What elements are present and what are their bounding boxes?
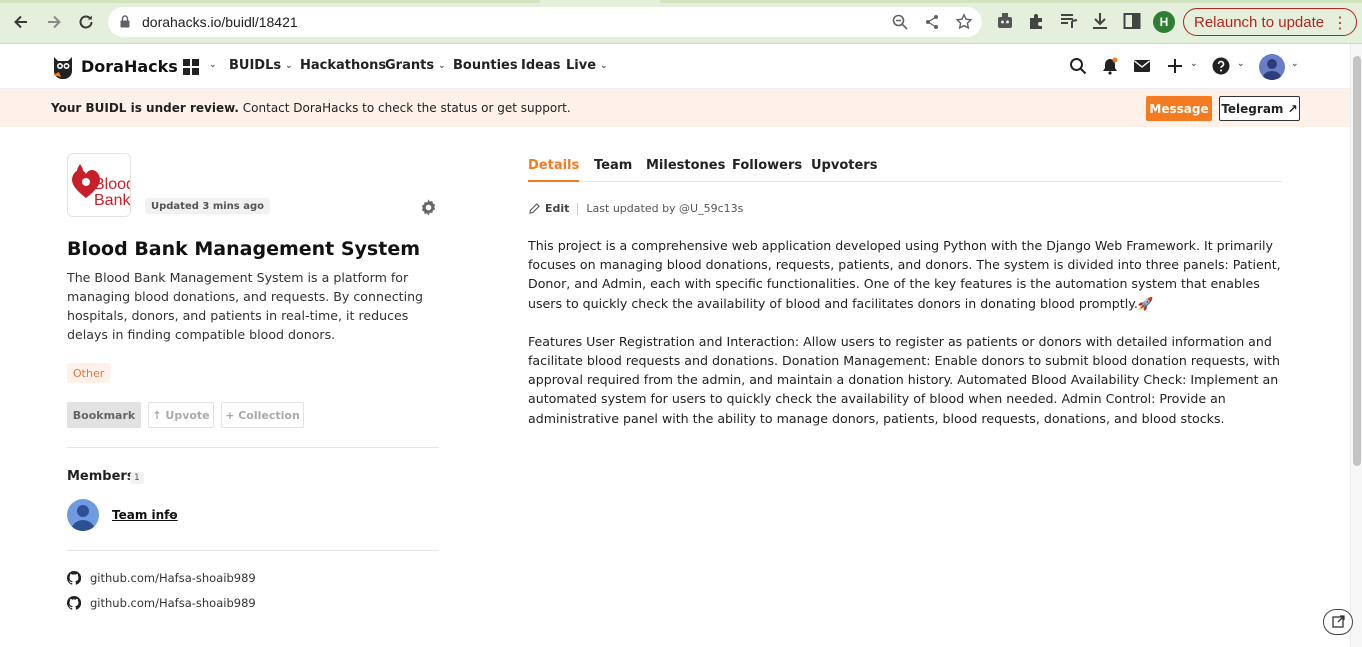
relaunch-label: Relaunch to update bbox=[1194, 13, 1325, 31]
project-logo: Blood Bank bbox=[67, 153, 131, 217]
chevron-down-icon: ⌄ bbox=[285, 60, 293, 71]
tab-milestones[interactable]: Milestones bbox=[646, 158, 725, 182]
gear-icon[interactable] bbox=[419, 198, 438, 217]
back-icon[interactable] bbox=[9, 10, 33, 34]
profile-dropdown-chevron-icon[interactable]: ⌄ bbox=[1287, 59, 1299, 69]
bookmark-button[interactable]: Bookmark bbox=[67, 402, 141, 428]
chrome-profile-avatar[interactable]: H bbox=[1153, 11, 1175, 33]
kebab-menu-icon[interactable]: ⋮ bbox=[1332, 13, 1348, 33]
edit-row: Edit Last updated by @U_59c13s bbox=[529, 202, 743, 215]
tab-strip-edge bbox=[0, 0, 1362, 3]
lock-icon bbox=[120, 15, 130, 28]
divider bbox=[67, 550, 439, 551]
logo-text: Blood Bank bbox=[94, 176, 131, 209]
bookmark-star-icon[interactable] bbox=[955, 13, 973, 31]
members-count: 1 bbox=[130, 472, 144, 484]
github-link-label: github.com/Hafsa-shoaib989 bbox=[90, 596, 256, 610]
help-icon[interactable] bbox=[1212, 57, 1230, 75]
share-icon[interactable] bbox=[924, 14, 940, 30]
details-content: This project is a comprehensive web appl… bbox=[528, 236, 1282, 447]
project-title: Blood Bank Management System bbox=[67, 238, 421, 260]
media-queue-icon[interactable] bbox=[1059, 11, 1079, 31]
create-dropdown-chevron-icon[interactable]: ⌄ bbox=[1186, 59, 1198, 69]
apps-dropdown-chevron-icon[interactable]: ⌄ bbox=[205, 60, 217, 70]
extension-robot-icon[interactable] bbox=[995, 11, 1015, 31]
review-message: Your BUIDL is under review. Contact Dora… bbox=[51, 101, 571, 115]
nav-label: BUIDLs bbox=[229, 58, 282, 73]
forward-icon[interactable] bbox=[42, 10, 66, 34]
member-avatar[interactable] bbox=[67, 499, 99, 531]
tab-upvoters[interactable]: Upvoters bbox=[811, 158, 877, 182]
scrollbar-thumb[interactable] bbox=[1353, 56, 1361, 466]
nav-buidls[interactable]: BUIDLs ⌄ bbox=[229, 58, 293, 73]
category-tag[interactable]: Other bbox=[67, 363, 111, 383]
upvote-button[interactable]: ↑ Upvote bbox=[148, 402, 214, 428]
nav-label: Bounties bbox=[453, 58, 518, 73]
tab-followers[interactable]: Followers bbox=[732, 158, 802, 182]
github-icon bbox=[67, 596, 81, 610]
telegram-button[interactable]: Telegram ↗ bbox=[1219, 96, 1300, 121]
dorahacks-logo[interactable]: DoraHacks bbox=[51, 53, 178, 79]
arrow-right-icon: → bbox=[168, 509, 178, 522]
project-tabs: Details Team Milestones Followers Upvote… bbox=[528, 158, 1282, 182]
notification-bell-icon[interactable] bbox=[1101, 57, 1119, 75]
user-avatar[interactable] bbox=[1259, 54, 1285, 80]
nav-label: Hackathons bbox=[300, 58, 387, 73]
separator bbox=[577, 202, 579, 215]
site-header: DoraHacks ⌄ BUIDLs ⌄ Hackathons Grants ⌄ B… bbox=[0, 44, 1350, 89]
nav-grants[interactable]: Grants ⌄ bbox=[385, 58, 446, 73]
message-button[interactable]: Message bbox=[1146, 96, 1212, 121]
github-link[interactable]: github.com/Hafsa-shoaib989 bbox=[67, 596, 256, 610]
tab-details[interactable]: Details bbox=[528, 158, 580, 182]
browser-toolbar: dorahacks.io/buidl/18421 H Relaunch to u… bbox=[0, 0, 1362, 44]
pencil-icon bbox=[529, 203, 540, 214]
brand-name: DoraHacks bbox=[81, 56, 178, 76]
relaunch-button[interactable]: Relaunch to update ⋮ bbox=[1183, 8, 1357, 36]
github-icon bbox=[67, 571, 81, 585]
tab-team[interactable]: Team bbox=[594, 158, 632, 182]
help-dropdown-chevron-icon[interactable]: ⌄ bbox=[1233, 59, 1245, 69]
nav-label: Live bbox=[566, 58, 597, 73]
url-text: dorahacks.io/buidl/18421 bbox=[142, 14, 298, 30]
review-banner: Your BUIDL is under review. Contact Dora… bbox=[0, 89, 1350, 127]
external-link-icon bbox=[1332, 615, 1345, 628]
project-description: The Blood Bank Management System is a pl… bbox=[67, 270, 424, 342]
nav-label: Ideas bbox=[521, 58, 561, 73]
mail-icon[interactable] bbox=[1133, 57, 1151, 75]
add-collection-button[interactable]: + Collection bbox=[221, 402, 304, 428]
nav-bounties[interactable]: Bounties bbox=[453, 58, 518, 73]
download-icon[interactable] bbox=[1090, 11, 1110, 31]
details-paragraph: This project is a comprehensive web appl… bbox=[528, 238, 1281, 311]
owl-logo-icon bbox=[53, 57, 72, 79]
nav-hackathons[interactable]: Hackathons bbox=[300, 58, 386, 73]
divider bbox=[67, 447, 439, 448]
address-bar[interactable]: dorahacks.io/buidl/18421 bbox=[108, 7, 982, 37]
extensions-puzzle-icon[interactable] bbox=[1027, 11, 1047, 31]
github-link[interactable]: github.com/Hafsa-shoaib989 bbox=[67, 571, 256, 585]
chevron-down-icon: ⌄ bbox=[438, 60, 446, 71]
nav-label: Grants bbox=[385, 58, 435, 73]
updated-badge: Updated 3 mins ago bbox=[145, 198, 271, 214]
search-icon[interactable] bbox=[1069, 57, 1087, 75]
details-paragraph: Features User Registration and Interacti… bbox=[528, 333, 1280, 426]
chevron-down-icon: ⌄ bbox=[600, 60, 608, 71]
nav-ideas[interactable]: Ideas bbox=[521, 58, 560, 73]
edit-button[interactable]: Edit bbox=[545, 202, 569, 215]
floating-share-button[interactable] bbox=[1323, 609, 1353, 635]
github-link-label: github.com/Hafsa-shoaib989 bbox=[90, 571, 256, 585]
side-panel-icon[interactable] bbox=[1122, 11, 1142, 31]
nav-live[interactable]: Live ⌄ bbox=[566, 58, 608, 73]
page-scrollbar[interactable] bbox=[1350, 44, 1362, 647]
members-heading: Members bbox=[67, 469, 135, 484]
plus-icon[interactable] bbox=[1166, 57, 1184, 75]
reload-icon[interactable] bbox=[74, 10, 98, 34]
zoom-icon[interactable] bbox=[892, 14, 908, 30]
apps-grid-icon[interactable] bbox=[183, 59, 199, 75]
last-updated-text: Last updated by @U_59c13s bbox=[586, 202, 744, 215]
